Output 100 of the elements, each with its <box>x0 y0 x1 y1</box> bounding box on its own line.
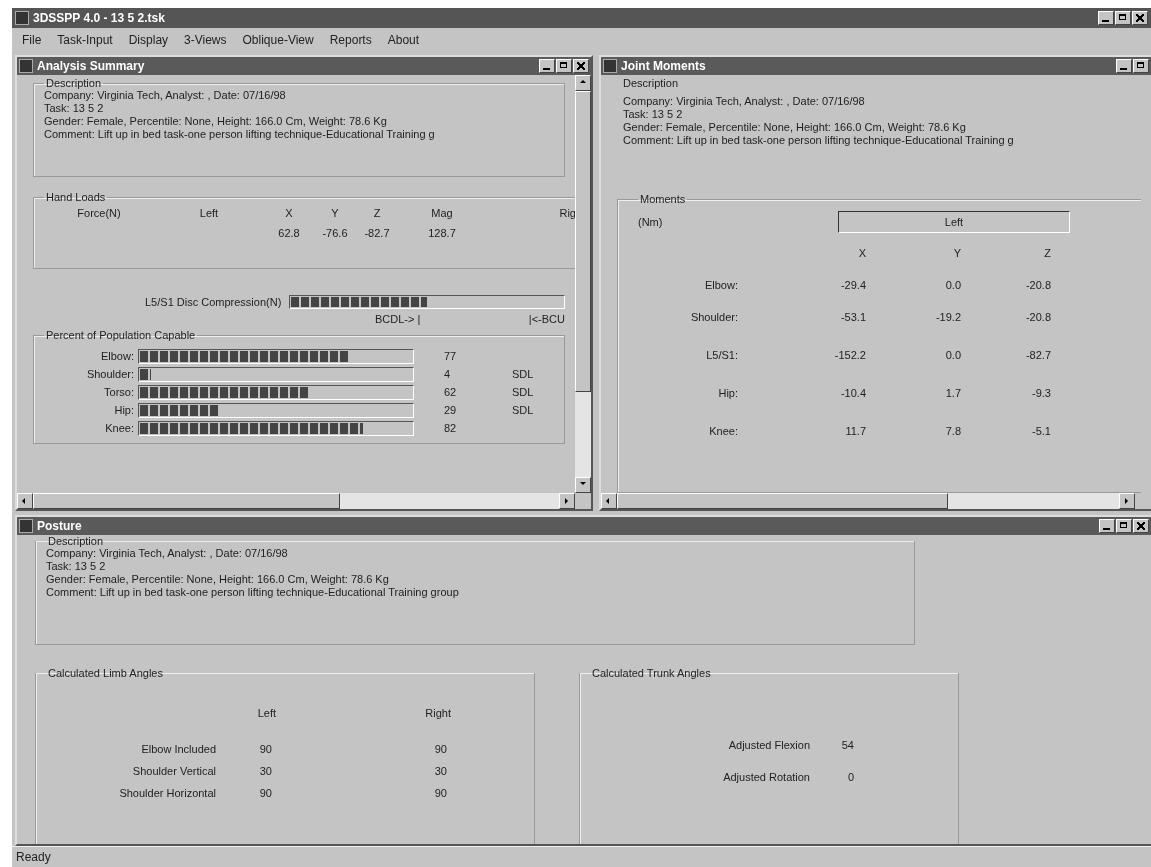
app-icon <box>15 11 29 25</box>
scroll-thumb[interactable] <box>617 493 949 509</box>
column-header: Z <box>1043 246 1052 259</box>
maximize-button[interactable] <box>1116 519 1132 533</box>
close-button[interactable] <box>573 59 589 73</box>
menu-item[interactable]: Reports <box>329 33 372 47</box>
scroll-right-icon[interactable] <box>559 493 575 509</box>
scroll-thumb[interactable] <box>575 91 591 392</box>
menu-item[interactable]: File <box>22 33 42 47</box>
limit-marker: |<-BCU <box>528 313 565 325</box>
description-line: Company: Virginia Tech, Analyst: , Date: 07/16/98 <box>44 89 287 102</box>
app-icon <box>603 59 617 73</box>
table-cell-text: 90 <box>433 743 448 755</box>
limit-label: SDL <box>512 368 534 380</box>
table-cell-text: 1.7 <box>944 386 962 399</box>
column-header: Force(N) <box>76 207 122 219</box>
table-cell-text: 62.8 <box>277 227 301 239</box>
description-line: Gender: Female, Percentile: None, Height: 166.0 Cm, Weight: 78.6 Kg <box>623 121 967 134</box>
table-cell-text: -20.8 <box>1024 278 1052 291</box>
maximize-button[interactable] <box>1133 59 1149 73</box>
row-label: Shoulder Horizontal <box>118 787 216 799</box>
table-cell-text: -152.2 <box>833 348 867 361</box>
row-label: Knee: <box>708 424 738 437</box>
table-cell-text: 0.0 <box>944 348 962 361</box>
column-header: X <box>857 246 867 259</box>
scroll-left-icon[interactable] <box>17 493 33 509</box>
app-icon <box>19 519 33 533</box>
maximize-button[interactable] <box>556 59 572 73</box>
table-cell-text: 54 <box>840 739 855 751</box>
table-cell-text: -19.2 <box>934 310 962 323</box>
description-line: Company: Virginia Tech, Analyst: , Date: 07/16/98 <box>46 547 289 560</box>
app-icon <box>19 59 33 73</box>
description-line: Task: 13 5 2 <box>623 108 684 121</box>
description-line: Comment: Lift up in bed task-one person lifting technique-Educational Training group <box>46 586 460 599</box>
description-line: Comment: Lift up in bed task-one person lifting technique-Educational Training g <box>623 134 1015 147</box>
menu-item[interactable]: Oblique-View <box>242 33 314 47</box>
maximize-button[interactable] <box>1115 11 1131 25</box>
row-label: Adjusted Flexion <box>727 739 810 751</box>
limit-label: SDL <box>512 404 534 416</box>
horizontal-scrollbar[interactable] <box>601 493 1135 509</box>
description-line: Task: 13 5 2 <box>44 102 105 115</box>
column-header: Rig <box>558 207 575 219</box>
column-header: X <box>284 207 294 219</box>
unit-label: (Nm) <box>638 216 664 228</box>
group-label: Description <box>47 535 105 547</box>
minimize-button[interactable] <box>1098 11 1114 25</box>
horizontal-scrollbar[interactable] <box>17 493 575 509</box>
column-header: Y <box>330 207 340 219</box>
row-label: Hip: <box>717 386 738 399</box>
row-label: Shoulder Vertical <box>131 765 216 777</box>
table-cell-text: -53.1 <box>839 310 867 323</box>
column-header: Mag <box>430 207 454 219</box>
description-line: Task: 13 5 2 <box>46 560 107 573</box>
percent-value: 82 <box>444 422 458 434</box>
joint-label: Knee: <box>104 422 135 434</box>
percent-value: 77 <box>444 350 458 362</box>
scroll-thumb[interactable] <box>33 493 340 509</box>
limit-marker: BCDL-> | <box>375 313 421 325</box>
window-title: Joint Moments <box>621 59 706 73</box>
table-cell-text: 7.8 <box>944 424 962 437</box>
description-line: Gender: Female, Percentile: None, Height: 166.0 Cm, Weight: 78.6 Kg <box>46 573 390 586</box>
table-cell-text: 0 <box>846 771 855 783</box>
minimize-button[interactable] <box>1099 519 1115 533</box>
table-cell-text: -20.8 <box>1024 310 1052 323</box>
scroll-left-icon[interactable] <box>601 493 617 509</box>
group-label: Description <box>623 77 680 89</box>
menu-item[interactable]: Display <box>128 33 169 47</box>
scroll-up-icon[interactable] <box>575 75 591 91</box>
limit-label: SDL <box>512 386 534 398</box>
minimize-button[interactable] <box>1116 59 1132 73</box>
table-cell-text: 11.7 <box>844 424 867 437</box>
scroll-down-icon[interactable] <box>575 477 591 493</box>
menu-item[interactable]: About <box>387 33 420 47</box>
table-cell-text: 30 <box>258 765 273 777</box>
percent-value: 29 <box>444 404 458 416</box>
percent-value: 62 <box>444 386 458 398</box>
table-cell-text: 90 <box>258 743 273 755</box>
table-cell-text: -82.7 <box>1024 348 1052 361</box>
disc-compression-label: L5/S1 Disc Compression(N) <box>145 296 282 308</box>
percent-value: 4 <box>444 368 452 380</box>
row-label: Elbow: <box>703 278 738 291</box>
table-cell-text: 30 <box>433 765 448 777</box>
description-line: Company: Virginia Tech, Analyst: , Date: 07/16/98 <box>623 95 866 108</box>
joint-label: Shoulder: <box>85 368 135 380</box>
table-cell-text: 128.7 <box>427 227 457 239</box>
menu-item[interactable]: Task-Input <box>57 33 113 47</box>
vertical-scrollbar[interactable] <box>575 75 591 493</box>
row-label: Shoulder: <box>689 310 738 323</box>
minimize-button[interactable] <box>539 59 555 73</box>
table-cell-text: -76.6 <box>321 227 349 239</box>
close-button[interactable] <box>1133 519 1149 533</box>
scroll-right-icon[interactable] <box>1119 493 1135 509</box>
description-line: Gender: Female, Percentile: None, Height: 166.0 Cm, Weight: 78.6 Kg <box>44 115 388 128</box>
group-label: Hand Loads <box>45 191 107 203</box>
table-cell-text: -29.4 <box>839 278 867 291</box>
table-cell-text: 0.0 <box>944 278 962 291</box>
column-header: Left <box>256 707 277 719</box>
close-button[interactable] <box>1132 11 1148 25</box>
group-label: Moments <box>639 193 687 205</box>
menu-item[interactable]: 3-Views <box>184 33 227 47</box>
